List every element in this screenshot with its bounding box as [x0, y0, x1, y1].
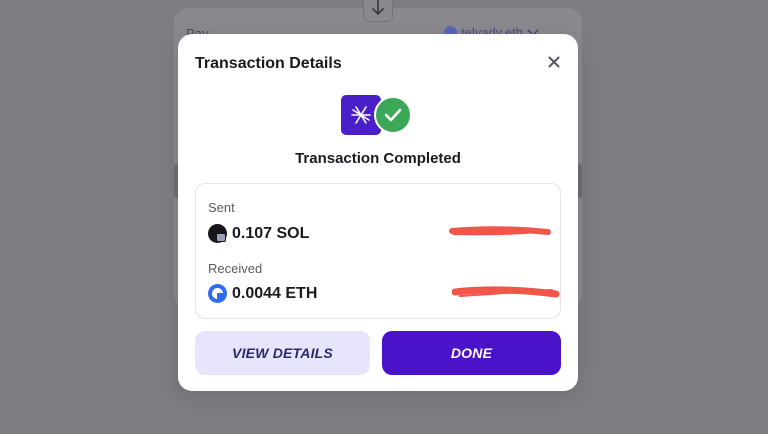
swap-direction-button: [363, 0, 393, 22]
eth-token-icon: [208, 284, 227, 303]
sent-label: Sent: [208, 200, 235, 215]
redaction-mark: [452, 286, 560, 298]
status-text: Transaction Completed: [295, 150, 461, 167]
status-icons: [341, 95, 413, 135]
done-button[interactable]: DONE: [382, 331, 561, 375]
arrow-down-icon: [372, 0, 384, 15]
sent-amount: 0.107 SOL: [232, 224, 310, 242]
sent-amount-row: 0.107 SOL: [208, 224, 309, 243]
transaction-summary: Sent 0.107 SOL Received 0.0044 ETH: [195, 183, 561, 319]
transaction-details-modal: Transaction Details Transaction Complete…: [178, 34, 578, 391]
close-icon: [548, 56, 560, 68]
modal-title: Transaction Details: [195, 55, 342, 72]
view-details-button[interactable]: VIEW DETAILS: [195, 331, 370, 375]
success-check-icon: [374, 96, 412, 134]
sol-token-icon: [208, 224, 227, 243]
redaction-mark: [449, 226, 551, 236]
received-label: Received: [208, 261, 263, 276]
close-button[interactable]: [544, 52, 564, 72]
received-amount-row: 0.0044 ETH: [208, 284, 317, 303]
received-amount: 0.0044 ETH: [232, 284, 318, 302]
